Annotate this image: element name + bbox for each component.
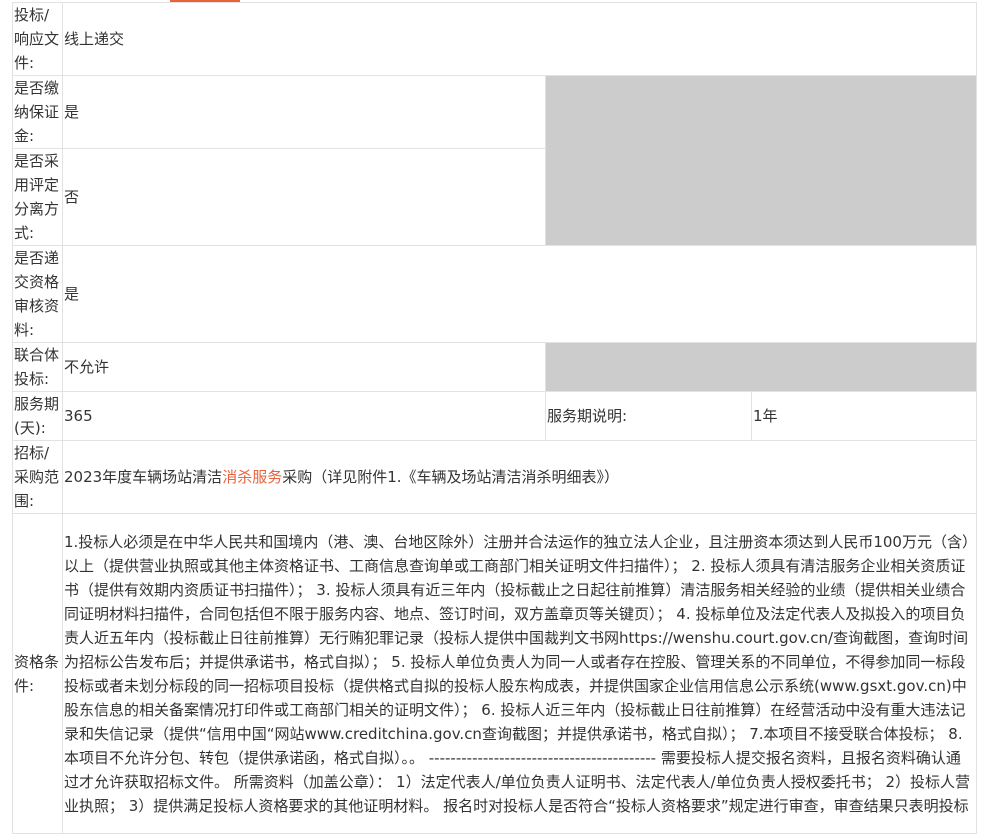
submission-label: 投标/响应文件: <box>12 2 63 76</box>
qualification-docs-label: 是否递交资格审核资料: <box>12 245 63 343</box>
service-period-note-label: 服务期说明: <box>545 391 752 441</box>
consortium-value: 不允许 <box>62 342 546 392</box>
requirements-text: 1.投标人必须是在中华人民共和国境内（港、澳、台地区除外）注册并合法运作的独立法… <box>64 532 971 815</box>
qualification-docs-value: 是 <box>61 245 978 343</box>
row-qualification-docs: 是否递交资格审核资料: 是 <box>12 245 978 343</box>
empty-gray-cell <box>544 75 978 246</box>
scope-value: 2023年度车辆场站清洁消杀服务采购（详见附件1.《车辆及场站清洁消杀明细表》） <box>61 440 978 514</box>
empty-gray-cell <box>544 342 978 392</box>
scope-prefix: 2023年度车辆场站清洁 <box>64 468 223 486</box>
consortium-label: 联合体投标: <box>12 342 63 392</box>
service-period-label: 服务期(天): <box>12 391 63 441</box>
separation-label: 是否采用评定分离方式: <box>12 148 63 246</box>
row-deposit: 是否缴纳保证金: 是 <box>12 75 978 246</box>
deposit-label: 是否缴纳保证金: <box>12 75 63 149</box>
requirements-value: 1.投标人必须是在中华人民共和国境内（港、澳、台地区除外）注册并合法运作的独立法… <box>61 513 978 834</box>
row-service-period: 服务期(天): 365 服务期说明: 1年 <box>12 391 978 441</box>
service-period-value: 365 <box>62 391 546 441</box>
bid-info-table: 投标/响应文件: 线上递交 是否缴纳保证金: 是 是否采用评定分离方式: 否 是… <box>12 2 978 834</box>
row-submission: 投标/响应文件: 线上递交 <box>12 2 978 76</box>
deposit-value: 是 <box>62 75 546 149</box>
requirements-label: 资格条件: <box>12 513 63 834</box>
scope-keyword-link[interactable]: 消杀服务 <box>222 468 282 486</box>
service-period-note-value: 1年 <box>750 391 978 441</box>
row-scope: 招标/采购范围: 2023年度车辆场站清洁消杀服务采购（详见附件1.《车辆及场站… <box>12 440 978 514</box>
row-consortium: 联合体投标: 不允许 <box>12 342 978 392</box>
separation-value: 否 <box>62 148 546 246</box>
scope-label: 招标/采购范围: <box>12 440 63 514</box>
scope-suffix: 采购（详见附件1.《车辆及场站清洁消杀明细表》） <box>282 468 620 486</box>
submission-value: 线上递交 <box>61 2 978 76</box>
row-requirements: 资格条件: 1.投标人必须是在中华人民共和国境内（港、澳、台地区除外）注册并合法… <box>12 513 978 834</box>
